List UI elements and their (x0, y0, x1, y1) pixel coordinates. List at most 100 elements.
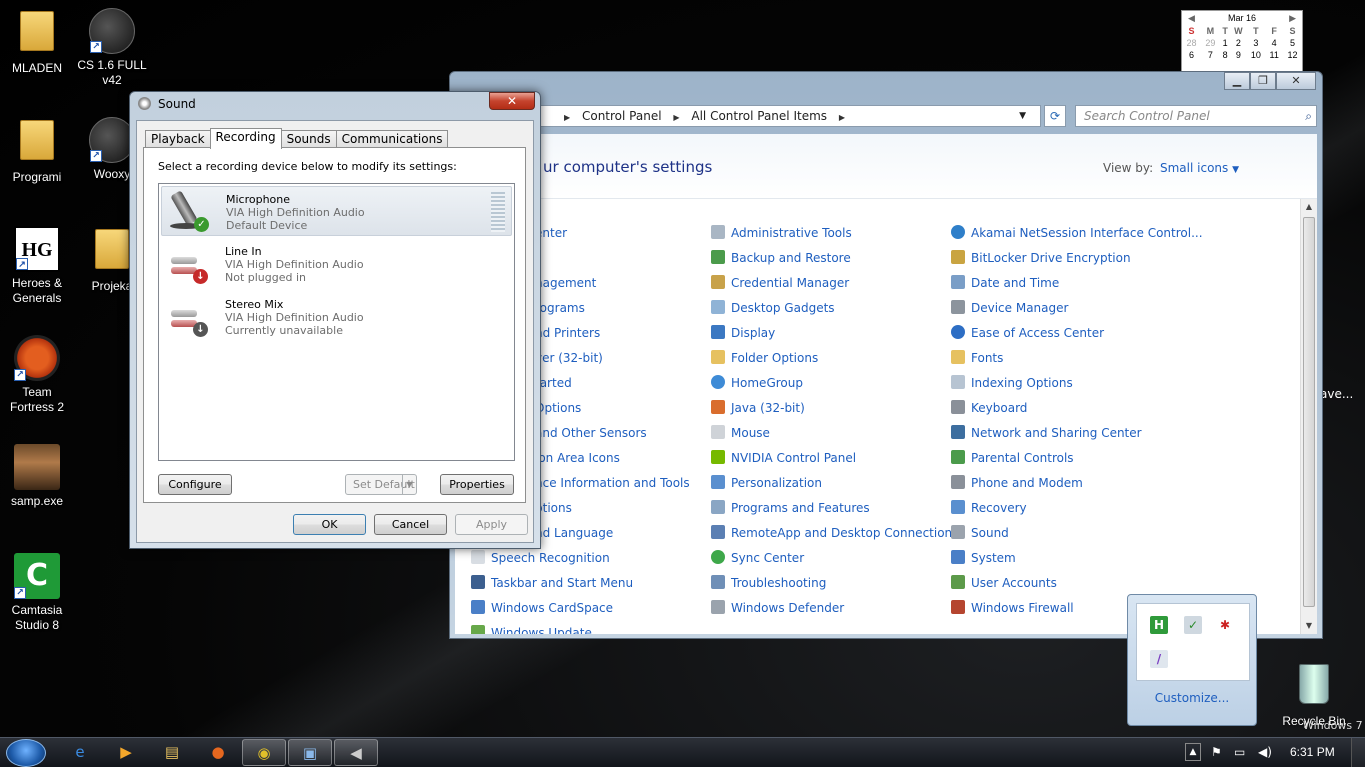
apply-button[interactable]: Apply (455, 514, 528, 535)
calendar-date[interactable]: 5 (1283, 37, 1302, 49)
show-desktop-button[interactable] (1351, 738, 1365, 767)
pen-icon[interactable]: / (1150, 650, 1168, 668)
calendar-prev-icon[interactable]: ◀ (1188, 11, 1195, 25)
cp-item-recovery[interactable]: Recovery (951, 498, 1027, 518)
scroll-up-icon[interactable]: ▲ (1301, 199, 1317, 215)
cp-item[interactable]: nd Printers (535, 323, 600, 343)
cp-item-indexing[interactable]: Indexing Options (951, 373, 1073, 393)
cp-item[interactable]: Options (535, 398, 581, 418)
breadcrumb-arrow-icon[interactable]: ▶ (564, 113, 570, 122)
maximize-button[interactable]: ❐ (1250, 72, 1276, 90)
calendar-date[interactable]: 3 (1246, 37, 1265, 49)
cp-item-mouse[interactable]: Mouse (711, 423, 770, 443)
configure-button[interactable]: Configure (158, 474, 232, 495)
customize-link[interactable]: Customize... (1128, 691, 1256, 705)
calendar-date[interactable]: 6 (1182, 49, 1201, 61)
cp-item-programs-features[interactable]: Programs and Features (711, 498, 870, 518)
ok-button[interactable]: OK (293, 514, 366, 535)
desktop-icon-programi[interactable]: Programi (1, 117, 73, 185)
cp-item-gadgets[interactable]: Desktop Gadgets (711, 298, 835, 318)
cp-item-firewall[interactable]: Windows Firewall (951, 598, 1074, 618)
calendar-date[interactable]: 7 (1201, 49, 1220, 61)
cp-item-akamai[interactable]: Akamai NetSession Interface Control... (951, 223, 1203, 243)
minimize-button[interactable]: ▁ (1224, 72, 1250, 90)
hamachi-icon[interactable]: H (1150, 616, 1168, 634)
action-center-icon[interactable]: ✓ (1184, 616, 1202, 634)
cp-item-system[interactable]: System (951, 548, 1016, 568)
cp-item-personalization[interactable]: Personalization (711, 473, 822, 493)
cp-item-troubleshooting[interactable]: Troubleshooting (711, 573, 826, 593)
show-hidden-icons-button[interactable]: ▲ (1185, 743, 1201, 761)
tab-recording[interactable]: Recording (209, 128, 282, 149)
cp-item-phone-modem[interactable]: Phone and Modem (951, 473, 1083, 493)
scroll-down-icon[interactable]: ▼ (1301, 618, 1317, 634)
cp-item-windows-update[interactable]: Windows Update (471, 623, 592, 634)
vertical-scrollbar[interactable]: ▲ ▼ (1300, 199, 1317, 634)
close-button[interactable]: ✕ (1276, 72, 1316, 90)
calendar-date[interactable]: 29 (1201, 37, 1220, 49)
media-player-icon[interactable]: ▶ (104, 739, 148, 766)
cp-item-date-time[interactable]: Date and Time (951, 273, 1059, 293)
cp-item-folder-options[interactable]: Folder Options (711, 348, 818, 368)
cp-item-speech-recognition[interactable]: Speech Recognition (471, 548, 610, 568)
cp-item-device-manager[interactable]: Device Manager (951, 298, 1068, 318)
calendar-date[interactable]: 9 (1230, 49, 1246, 61)
address-bar[interactable]: ▶ Control Panel ▶ All Control Panel Item… (538, 105, 1041, 127)
calendar-date[interactable]: 12 (1283, 49, 1302, 61)
device-stereo-mix[interactable]: ↓ Stereo Mix VIA High Definition Audio C… (161, 292, 512, 342)
flag-icon[interactable]: ⚑ (1211, 745, 1222, 759)
cp-item-taskbar[interactable]: Taskbar and Start Menu (471, 573, 633, 593)
properties-button[interactable]: Properties (440, 474, 514, 495)
bug-icon[interactable]: ✱ (1216, 616, 1234, 634)
cp-item-remoteapp[interactable]: RemoteApp and Desktop Connections (711, 523, 958, 543)
clock[interactable]: 6:31 PM (1290, 745, 1335, 759)
cp-item-sound[interactable]: Sound (951, 523, 1009, 543)
cp-item-admin-tools[interactable]: Administrative Tools (711, 223, 852, 243)
device-microphone[interactable]: ✓ Microphone VIA High Definition Audio D… (161, 186, 512, 236)
calendar-date[interactable]: 1 (1220, 37, 1230, 49)
desktop-icon-team-fortress[interactable]: ↗ Team Fortress 2 (1, 335, 73, 415)
search-input[interactable]: Search Control Panel ⌕ (1075, 105, 1317, 127)
calendar-date[interactable]: 11 (1265, 49, 1283, 61)
desktop-icon-camtasia[interactable]: C ↗ Camtasia Studio 8 (1, 553, 73, 633)
calendar-date[interactable]: 2 (1230, 37, 1246, 49)
cp-item-defender[interactable]: Windows Defender (711, 598, 844, 618)
cp-item-parental[interactable]: Parental Controls (951, 448, 1074, 468)
volume-icon[interactable]: ◀) (1258, 745, 1272, 759)
desktop-icon-samp[interactable]: samp.exe (1, 444, 73, 509)
cp-item-backup[interactable]: Backup and Restore (711, 248, 851, 268)
explorer-icon[interactable]: ▤ (150, 739, 194, 766)
scrollbar-thumb[interactable] (1303, 217, 1315, 607)
device-line-in[interactable]: ↓ Line In VIA High Definition Audio Not … (161, 239, 512, 289)
breadcrumb-control-panel[interactable]: Control Panel (582, 109, 662, 123)
cp-item[interactable]: nd Language (535, 523, 613, 543)
cp-item-homegroup[interactable]: HomeGroup (711, 373, 803, 393)
chevron-down-icon[interactable]: ▼ (402, 475, 416, 494)
control-panel-taskbar-icon[interactable]: ▣ (288, 739, 332, 766)
cp-item-bitlocker[interactable]: BitLocker Drive Encryption (951, 248, 1131, 268)
set-default-button[interactable]: Set Default ▼ (345, 474, 417, 495)
cp-item[interactable]: ion Area Icons (535, 448, 620, 468)
network-icon[interactable]: ▭ (1234, 745, 1245, 759)
cp-item-keyboard[interactable]: Keyboard (951, 398, 1027, 418)
cp-item[interactable]: nce Information and Tools (535, 473, 690, 493)
refresh-button[interactable]: ⟳ (1044, 105, 1066, 127)
breadcrumb-arrow-icon[interactable]: ▶ (839, 113, 845, 122)
start-button[interactable] (6, 739, 46, 767)
calendar-date[interactable]: 8 (1220, 49, 1230, 61)
calendar-date[interactable]: 10 (1246, 49, 1265, 61)
cp-item[interactable]: and Other Sensors (535, 423, 647, 443)
firefox-icon[interactable]: ● (196, 739, 240, 766)
cancel-button[interactable]: Cancel (374, 514, 447, 535)
desktop-icon-heroes-generals[interactable]: HG ↗ Heroes & Generals (1, 226, 73, 306)
chrome-icon[interactable]: ◉ (242, 739, 286, 766)
cp-item[interactable]: rograms (535, 298, 585, 318)
breadcrumb-all-items[interactable]: All Control Panel Items (691, 109, 827, 123)
view-by-dropdown[interactable]: Small icons ▼ (1160, 161, 1239, 175)
cp-item-network[interactable]: Network and Sharing Center (951, 423, 1142, 443)
close-button[interactable]: ✕ (489, 92, 535, 110)
cp-item-cardspace[interactable]: Windows CardSpace (471, 598, 613, 618)
cp-item[interactable]: nagement (535, 273, 596, 293)
address-dropdown-icon[interactable]: ▼ (1019, 106, 1026, 126)
breadcrumb-arrow-icon[interactable]: ▶ (673, 113, 679, 122)
